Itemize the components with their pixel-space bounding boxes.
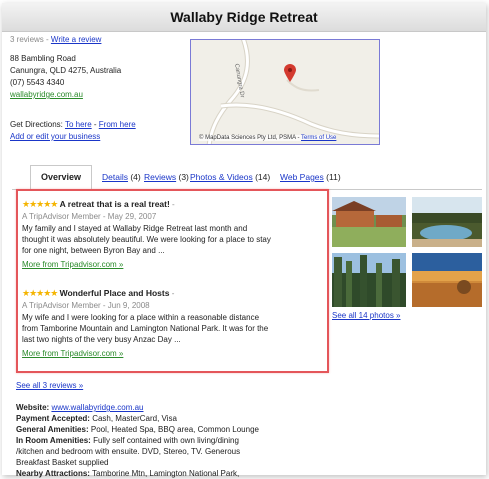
website-row: Website: www.wallabyridge.com.au	[16, 403, 143, 412]
review-1-body-line2: thought it was absolutely beautiful. We …	[22, 235, 271, 244]
review-2-header: ★★★★★ Wonderful Place and Hosts -	[22, 288, 175, 298]
photo-thumbnail-3[interactable]	[332, 253, 406, 307]
page-title: Wallaby Ridge Retreat	[2, 3, 486, 32]
address-line2: Canungra, QLD 4275, Australia	[10, 66, 122, 75]
see-all-photos-link[interactable]: See all 14 photos »	[332, 311, 401, 320]
review-2-stars-icon: ★★★★★	[22, 288, 58, 298]
room-amenities-label: In Room Amenities:	[16, 436, 91, 445]
reviews-summary: 3 reviews - Write a review	[10, 35, 101, 44]
tab-details[interactable]: Details (4)	[102, 172, 141, 182]
review-1-stars-icon: ★★★★★	[22, 199, 58, 209]
summary-separator: -	[43, 35, 51, 44]
nearby-attractions-row: Nearby Attractions: Tamborine Mtn, Lamin…	[16, 469, 239, 478]
review-1-more-link[interactable]: More from Tripadvisor.com »	[22, 260, 123, 269]
website-label: Website:	[16, 403, 50, 412]
tab-overview[interactable]: Overview	[30, 165, 92, 191]
review-1-header: ★★★★★ A retreat that is a real treat! -	[22, 199, 175, 209]
review-1-body-line1: My family and I stayed at Wallaby Ridge …	[22, 224, 248, 233]
tab-reviews[interactable]: Reviews (3)	[144, 172, 189, 182]
directions-label: Get Directions:	[10, 120, 65, 129]
map-pin-icon[interactable]	[284, 64, 296, 82]
map-roads: Canungra Dr	[191, 40, 379, 144]
room-amenities-value-line3: Breakfast Basket supplied	[16, 458, 109, 467]
payment-row: Payment Accepted: Cash, MasterCard, Visa	[16, 414, 177, 423]
review-2-more-link[interactable]: More from Tripadvisor.com »	[22, 349, 123, 358]
directions-from-here-link[interactable]: From here	[99, 120, 136, 129]
photo-thumbnail-2[interactable]	[412, 197, 482, 247]
photo-thumbnail-1[interactable]	[332, 197, 406, 247]
review-2-byline: A TripAdvisor Member - Jun 9, 2008	[22, 301, 150, 310]
room-amenities-value-line2: /kitchen and bedroom with ensuite. DVD, …	[16, 447, 241, 456]
map-attribution: © MapData Sciences Pty Ltd, PSMA - Terms…	[199, 135, 337, 141]
review-2-title[interactable]: Wonderful Place and Hosts	[60, 288, 170, 298]
address-line1: 88 Bambling Road	[10, 54, 76, 63]
tab-web-pages[interactable]: Web Pages (11)	[280, 172, 341, 182]
payment-value: Cash, MasterCard, Visa	[92, 414, 177, 423]
directions-separator: -	[91, 120, 99, 129]
payment-label: Payment Accepted:	[16, 414, 90, 423]
photo-thumbnail-4[interactable]	[412, 253, 482, 307]
place-page-card: Wallaby Ridge Retreat 3 reviews - Write …	[2, 3, 486, 478]
general-amenities-value: Pool, Heated Spa, BBQ area, Common Loung…	[90, 425, 259, 434]
map-copyright: © MapData Sciences Pty Ltd, PSMA	[199, 135, 296, 141]
location-map[interactable]: Canungra Dr © MapData Sciences Pty Ltd, …	[190, 39, 380, 145]
website-link[interactable]: www.wallabyridge.com.au	[51, 403, 143, 412]
reviews-count: 3 reviews	[10, 35, 44, 44]
nearby-attractions-value: Tamborine Mtn, Lamington National Park,	[92, 469, 240, 478]
nearby-attractions-label: Nearby Attractions:	[16, 469, 90, 478]
phone-number: (07) 5543 4340	[10, 78, 65, 87]
tab-photos-videos[interactable]: Photos & Videos (14)	[190, 172, 270, 182]
room-amenities-value-line1: Fully self contained with own living/din…	[93, 436, 239, 445]
review-1-byline: A TripAdvisor Member - May 29, 2007	[22, 212, 157, 221]
edit-business-link[interactable]: Add or edit your business	[10, 132, 100, 141]
review-1-title[interactable]: A retreat that is a real treat!	[60, 199, 170, 209]
review-2-body-line1: My wife and I were looking for a place w…	[22, 313, 260, 322]
general-amenities-row: General Amenities: Pool, Heated Spa, BBQ…	[16, 425, 259, 434]
write-review-link[interactable]: Write a review	[51, 35, 102, 44]
review-1-body-line3: for one night, between Byron Bay and ...	[22, 246, 165, 255]
directions-to-here-link[interactable]: To here	[65, 120, 92, 129]
map-terms-link[interactable]: Terms of Use	[301, 135, 336, 141]
business-website-link[interactable]: wallabyridge.com.au	[10, 90, 83, 99]
review-2-body-line3: last two nights of the very busy Anzac D…	[22, 335, 181, 344]
directions-row: Get Directions: To here - From here	[10, 120, 136, 129]
review-2-body-line2: from Tamborine Mountain and Lamington Na…	[22, 324, 269, 333]
see-all-reviews-link[interactable]: See all 3 reviews »	[16, 381, 83, 390]
general-amenities-label: General Amenities:	[16, 425, 89, 434]
room-amenities-row: In Room Amenities: Fully self contained …	[16, 436, 239, 445]
